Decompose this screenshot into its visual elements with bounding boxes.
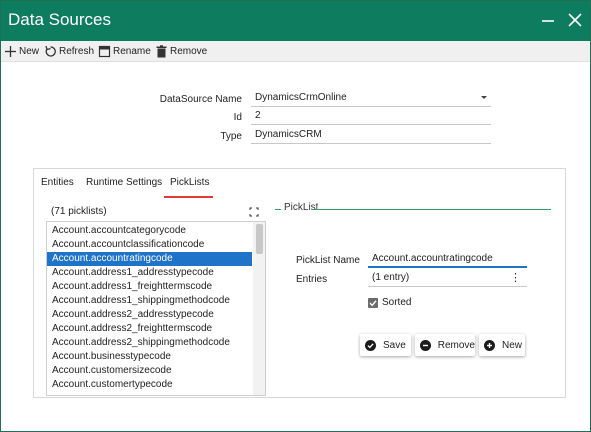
toolbar: New Refresh Rename Remove: [1, 41, 590, 62]
minus-circle-icon: [420, 339, 431, 351]
new-button[interactable]: New: [4, 43, 39, 60]
refresh-button[interactable]: Refresh: [44, 43, 94, 60]
close-button[interactable]: [564, 9, 586, 31]
list-item[interactable]: Account.customersizecode: [47, 364, 252, 378]
remove-button[interactable]: Remove: [155, 43, 207, 60]
tab-picklists[interactable]: PickLists: [170, 177, 209, 188]
list-item[interactable]: Account.address2_shippingmethodcode: [47, 336, 252, 350]
list-item[interactable]: Account.accountcategorycode: [47, 224, 252, 238]
list-item[interactable]: Account.address2_addresstypecode: [47, 308, 252, 322]
entries-field[interactable]: (1 entry) ⋮: [368, 271, 527, 287]
list-item[interactable]: Account.address2_freighttermscode: [47, 322, 252, 336]
window-title: Data Sources: [8, 10, 111, 29]
active-tab-indicator: [164, 196, 213, 198]
type-field[interactable]: DynamicsCRM: [251, 128, 491, 144]
data-sources-window: Data Sources New Refresh Rename Remove D…: [0, 0, 591, 432]
trash-icon: [156, 45, 167, 58]
picklist-name-value: Account.accountratingcode: [372, 253, 493, 264]
refresh-label: Refresh: [59, 46, 95, 57]
datasource-name-dropdown[interactable]: DynamicsCrmOnline: [251, 91, 491, 107]
picklist-count: (71 picklists): [51, 206, 107, 217]
datasource-name-label: DataSource Name: [159, 94, 242, 105]
minimize-icon: [542, 20, 554, 22]
rename-icon: [98, 45, 111, 58]
datasource-name-value: DynamicsCrmOnline: [255, 92, 347, 103]
new-entry-label: New: [502, 339, 523, 351]
refresh-icon: [45, 45, 56, 57]
tab-panel: Entities Runtime Settings PickLists (71 …: [33, 168, 566, 398]
sorted-checkbox[interactable]: [368, 298, 378, 308]
type-label: Type: [220, 131, 242, 142]
picklist-name-label: PickList Name: [296, 255, 360, 266]
list-item-selected[interactable]: Account.accountratingcode: [47, 252, 252, 266]
checkmark-icon: [369, 300, 377, 307]
remove-entry-button[interactable]: Remove: [415, 334, 475, 356]
scrollbar-thumb[interactable]: [256, 224, 263, 254]
remove-entry-label: Remove: [437, 339, 475, 351]
check-circle-icon: [365, 339, 376, 351]
plus-circle-icon: [484, 339, 495, 351]
sorted-label: Sorted: [382, 297, 412, 308]
legend-line-right: [314, 209, 551, 210]
legend-line-left: [275, 209, 281, 210]
save-button[interactable]: Save: [360, 334, 411, 356]
id-value: 2: [255, 110, 261, 121]
picklist-group-legend: PickList: [284, 202, 319, 213]
close-icon: [568, 13, 582, 27]
tab-entities[interactable]: Entities: [41, 177, 74, 188]
more-options-icon[interactable]: ⋮: [510, 272, 521, 284]
entries-value: (1 entry): [372, 272, 410, 283]
expand-icon[interactable]: [249, 207, 259, 217]
title-bar: Data Sources: [1, 1, 590, 41]
tab-runtime-settings[interactable]: Runtime Settings: [86, 177, 162, 188]
dropdown-arrow-icon: [481, 96, 487, 99]
rename-label: Rename: [113, 46, 151, 57]
list-item[interactable]: Account.accountclassificationcode: [47, 238, 252, 252]
list-item[interactable]: Account.customertypecode: [47, 378, 252, 392]
new-label: New: [19, 46, 40, 57]
list-item[interactable]: Account.address1_shippingmethodcode: [47, 294, 252, 308]
minimize-button[interactable]: [537, 9, 559, 31]
rename-button[interactable]: Rename: [98, 43, 151, 60]
id-label: Id: [233, 112, 242, 123]
type-value: DynamicsCRM: [255, 129, 322, 140]
remove-label: Remove: [170, 46, 208, 57]
picklist-list[interactable]: Account.accountcategorycode Account.acco…: [46, 221, 266, 396]
plus-icon: [5, 46, 16, 57]
picklist-name-input[interactable]: Account.accountratingcode: [368, 252, 527, 268]
entries-label: Entries: [296, 274, 328, 285]
list-scrollbar[interactable]: [253, 222, 265, 395]
list-item[interactable]: Account.address1_freighttermscode: [47, 280, 252, 294]
list-item[interactable]: Account.address1_addresstypecode: [47, 266, 252, 280]
save-label: Save: [383, 339, 406, 351]
list-item[interactable]: Account.businesstypecode: [47, 350, 252, 364]
new-entry-button[interactable]: New: [479, 334, 525, 356]
id-field[interactable]: 2: [251, 109, 491, 125]
